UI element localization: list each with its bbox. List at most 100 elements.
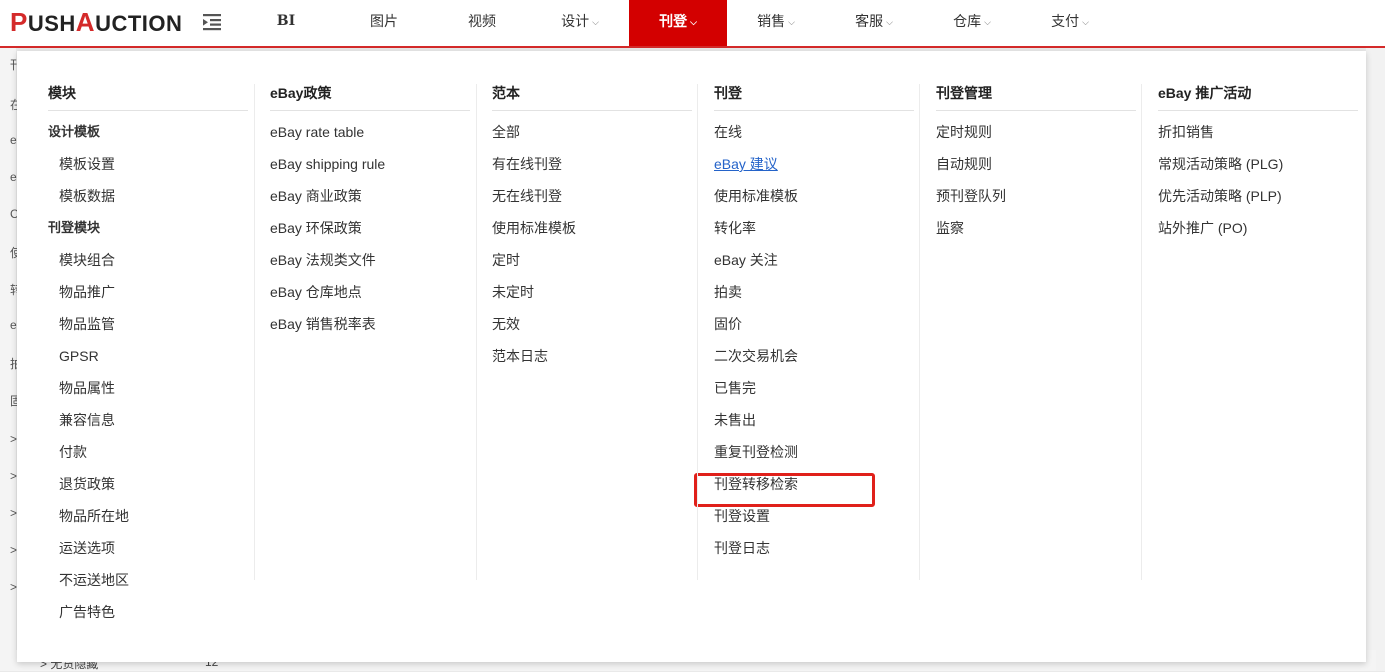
menu-item[interactable]: 兼容信息 xyxy=(48,409,248,441)
nav-item-label: 客服 xyxy=(855,13,884,29)
background-sidebar-glyph: > xyxy=(10,469,18,483)
menu-item[interactable]: 使用标准模板 xyxy=(492,217,692,249)
chevron-down-icon: ⌵ xyxy=(1082,17,1089,27)
menu-item[interactable]: 全部 xyxy=(492,121,692,153)
menu-item[interactable]: 广告特色 xyxy=(48,601,248,633)
nav-item-5[interactable]: 销售 ⌵ xyxy=(727,0,825,46)
menu-item[interactable]: 自动规则 xyxy=(936,153,1136,185)
menu-item[interactable]: 拍卖 xyxy=(714,281,914,313)
menu-item[interactable]: 物品所在地 xyxy=(48,505,248,537)
chevron-down-icon: ⌵ xyxy=(788,17,795,27)
nav-item-label: 图片 xyxy=(370,13,398,29)
nav-item-label: 支付 xyxy=(1051,13,1080,29)
nav-item-3[interactable]: 设计 ⌵ xyxy=(531,0,629,46)
menu-section-heading: 设计模板 xyxy=(48,124,101,139)
menu-item[interactable]: 物品监管 xyxy=(48,313,248,345)
menu-item[interactable]: 未售出 xyxy=(714,409,914,441)
nav-item-label: BI xyxy=(276,13,296,29)
chevron-down-icon: ⌵ xyxy=(886,17,893,27)
nav-item-4[interactable]: 刊登 ⌵ xyxy=(629,0,727,46)
nav-item-label: 刊登 xyxy=(659,13,688,29)
menu-item[interactable]: 模板数据 xyxy=(48,185,248,217)
background-sidebar: 刊在 e e C 使转 e 拍固 > > > > > xyxy=(0,48,22,671)
menu-item-highlighted[interactable]: 刊登转移检索 xyxy=(714,473,914,505)
menu-item[interactable]: 重复刊登检测 xyxy=(714,441,914,473)
background-scrollbar-area xyxy=(1366,48,1385,671)
listing-dropdown-panel: 模块 设计模板 模板设置 模板数据 刊登模块 模块组合 物品推广 物品监管 GPSR 物品属性 兼容… xyxy=(17,51,1366,662)
column-title: 刊登管理 xyxy=(936,84,1136,111)
menu-item[interactable]: 付款 xyxy=(48,441,248,473)
nav-item-label: 设计 xyxy=(561,13,590,29)
top-navigation-bar: PUSHAUCTION BI 图片 视频 设计 ⌵ 刊登 ⌵ 销售 ⌵ 客服 ⌵ 仓库 ⌵ 支付 ⌵ xyxy=(0,0,1385,48)
menu-item[interactable]: 二次交易机会 xyxy=(714,345,914,377)
nav-item-label: 仓库 xyxy=(953,13,982,29)
menu-item[interactable]: 定时规则 xyxy=(936,121,1136,153)
menu-item[interactable]: eBay rate table xyxy=(270,121,470,153)
column-divider xyxy=(254,84,255,580)
nav-item-0[interactable]: BI xyxy=(237,0,335,46)
menu-column-0: 模块 设计模板 模板设置 模板数据 刊登模块 模块组合 物品推广 物品监管 GPSR 物品属性 兼容… xyxy=(48,84,248,633)
menu-item[interactable]: eBay 仓库地点 xyxy=(270,281,470,313)
menu-column-2: 范本全部 有在线刊登 无在线刊登 使用标准模板 定时 未定时 无效 范本日志 xyxy=(492,84,692,377)
menu-item[interactable]: 运送选项 xyxy=(48,537,248,569)
menu-item[interactable]: 监察 xyxy=(936,217,1136,249)
background-sidebar-glyph: e xyxy=(10,133,17,147)
column-title: eBay政策 xyxy=(270,84,470,111)
menu-item[interactable]: 范本日志 xyxy=(492,345,692,377)
menu-item[interactable]: 未定时 xyxy=(492,281,692,313)
pushauction-logo[interactable]: PUSHAUCTION xyxy=(10,7,182,37)
menu-item[interactable]: 站外推广 (PO) xyxy=(1158,217,1358,249)
menu-item[interactable]: 模块组合 xyxy=(48,249,248,281)
menu-item[interactable]: 无在线刊登 xyxy=(492,185,692,217)
menu-item[interactable]: 无效 xyxy=(492,313,692,345)
menu-item[interactable]: 模板设置 xyxy=(48,153,248,185)
menu-item[interactable]: 物品属性 xyxy=(48,377,248,409)
nav-item-2[interactable]: 视频 xyxy=(433,0,531,46)
chevron-down-icon: ⌵ xyxy=(592,17,599,27)
chevron-down-icon: ⌵ xyxy=(690,17,697,27)
menu-item[interactable]: 常规活动策略 (PLG) xyxy=(1158,153,1358,185)
column-title: 范本 xyxy=(492,84,692,111)
menu-collapse-icon[interactable] xyxy=(201,11,223,33)
menu-item[interactable]: 使用标准模板 xyxy=(714,185,914,217)
menu-item[interactable]: eBay 商业政策 xyxy=(270,185,470,217)
menu-item[interactable]: 折扣销售 xyxy=(1158,121,1358,153)
nav-item-1[interactable]: 图片 xyxy=(335,0,433,46)
menu-item[interactable]: GPSR xyxy=(48,345,248,377)
menu-item[interactable]: eBay 销售税率表 xyxy=(270,313,470,345)
menu-item[interactable]: 预刊登队列 xyxy=(936,185,1136,217)
menu-item[interactable]: 刊登日志 xyxy=(714,537,914,569)
column-title: 模块 xyxy=(48,84,248,111)
menu-item[interactable]: 优先活动策略 (PLP) xyxy=(1158,185,1358,217)
menu-column-5: eBay 推广活动折扣销售 常规活动策略 (PLG) 优先活动策略 (PLP) 站外推… xyxy=(1158,84,1358,249)
nav-item-label: 销售 xyxy=(757,13,786,29)
chevron-down-icon: ⌵ xyxy=(984,17,991,27)
background-sidebar-glyph: > xyxy=(10,580,18,594)
column-divider xyxy=(476,84,477,580)
menu-item[interactable]: 转化率 xyxy=(714,217,914,249)
menu-item[interactable]: 不运送地区 xyxy=(48,569,248,601)
menu-item[interactable]: 已售完 xyxy=(714,377,914,409)
menu-item[interactable]: 在线 xyxy=(714,121,914,153)
menu-item[interactable]: eBay 法规类文件 xyxy=(270,249,470,281)
menu-item[interactable]: eBay 关注 xyxy=(714,249,914,281)
nav-item-6[interactable]: 客服 ⌵ xyxy=(825,0,923,46)
background-sidebar-glyph: > xyxy=(10,506,18,520)
column-divider xyxy=(1141,84,1142,580)
column-divider xyxy=(697,84,698,580)
nav-item-8[interactable]: 支付 ⌵ xyxy=(1021,0,1119,46)
background-sidebar-glyph: > xyxy=(10,543,18,557)
menu-item[interactable]: eBay shipping rule xyxy=(270,153,470,185)
menu-item[interactable]: 刊登设置 xyxy=(714,505,914,537)
menu-item[interactable]: 退货政策 xyxy=(48,473,248,505)
menu-item[interactable]: eBay 建议 xyxy=(714,153,914,185)
menu-item[interactable]: 物品推广 xyxy=(48,281,248,313)
column-title: 刊登 xyxy=(714,84,914,111)
column-title: eBay 推广活动 xyxy=(1158,84,1358,111)
menu-item[interactable]: 定时 xyxy=(492,249,692,281)
menu-item[interactable]: 固价 xyxy=(714,313,914,345)
menu-item[interactable]: eBay 环保政策 xyxy=(270,217,470,249)
menu-item[interactable]: 有在线刊登 xyxy=(492,153,692,185)
nav-item-7[interactable]: 仓库 ⌵ xyxy=(923,0,1021,46)
menu-column-4: 刊登管理定时规则 自动规则 预刊登队列 监察 xyxy=(936,84,1136,249)
